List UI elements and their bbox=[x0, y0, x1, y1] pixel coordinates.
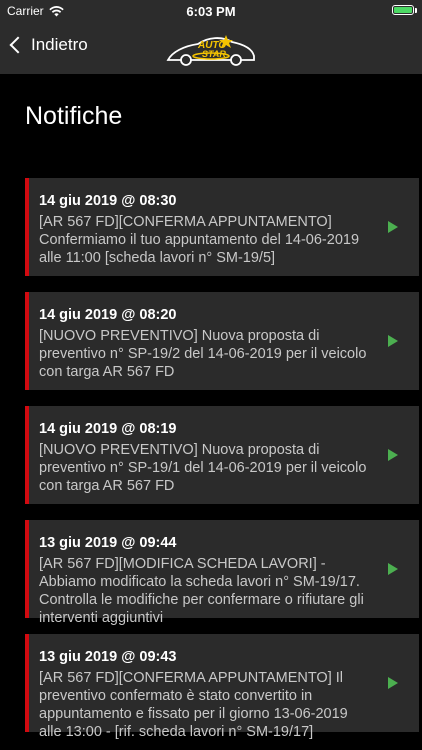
battery-icon bbox=[392, 5, 417, 15]
play-icon[interactable] bbox=[388, 449, 398, 461]
notification-message: [NUOVO PREVENTIVO] Nuova proposta di pre… bbox=[39, 442, 367, 494]
battery-tip bbox=[415, 8, 417, 13]
notification-card[interactable]: 14 giu 2019 @ 08:30 [AR 567 FD][CONFERMA… bbox=[25, 178, 419, 276]
play-icon[interactable] bbox=[388, 563, 398, 575]
status-time: 6:03 PM bbox=[186, 4, 236, 19]
notification-message: [AR 567 FD][MODIFICA SCHEDA LAVORI] - Ab… bbox=[39, 556, 364, 626]
notification-message: [AR 567 FD][CONFERMA APPUNTAMENTO] Il pr… bbox=[39, 670, 348, 740]
notification-date: 13 giu 2019 @ 09:44 bbox=[39, 535, 177, 551]
chevron-left-icon bbox=[9, 36, 27, 54]
notification-card[interactable]: 13 giu 2019 @ 09:43 [AR 567 FD][CONFERMA… bbox=[25, 634, 419, 740]
nav-bar: Indietro AUTO STAR bbox=[0, 22, 422, 74]
notification-message: [AR 567 FD][CONFERMA APPUNTAMENTO] Confe… bbox=[39, 214, 360, 266]
notification-card[interactable]: 14 giu 2019 @ 08:19 [NUOVO PREVENTIVO] N… bbox=[25, 406, 419, 504]
logo-text-bottom: STAR bbox=[202, 49, 226, 59]
battery-indicator bbox=[392, 5, 417, 15]
status-bar: Carrier 6:03 PM bbox=[0, 0, 422, 22]
page-title: Notifiche bbox=[25, 102, 123, 130]
play-icon[interactable] bbox=[388, 335, 398, 347]
notification-list: 14 giu 2019 @ 08:30 [AR 567 FD][CONFERMA… bbox=[25, 178, 419, 748]
battery-fill bbox=[394, 7, 412, 13]
notification-card[interactable]: 14 giu 2019 @ 08:20 [NUOVO PREVENTIVO] N… bbox=[25, 292, 419, 390]
notification-date: 14 giu 2019 @ 08:19 bbox=[39, 421, 177, 437]
play-icon[interactable] bbox=[388, 677, 398, 689]
notification-date: 14 giu 2019 @ 08:30 bbox=[39, 193, 177, 209]
notification-date: 14 giu 2019 @ 08:20 bbox=[39, 307, 177, 323]
notification-card[interactable]: 13 giu 2019 @ 09:44 [AR 567 FD][MODIFICA… bbox=[25, 520, 419, 626]
notification-date: 13 giu 2019 @ 09:43 bbox=[39, 649, 177, 665]
autostar-logo: AUTO STAR bbox=[166, 35, 255, 66]
notification-message: [NUOVO PREVENTIVO] Nuova proposta di pre… bbox=[39, 328, 367, 380]
back-button-label: Indietro bbox=[31, 35, 88, 54]
back-button[interactable]: Indietro bbox=[8, 35, 88, 55]
play-icon[interactable] bbox=[388, 221, 398, 233]
